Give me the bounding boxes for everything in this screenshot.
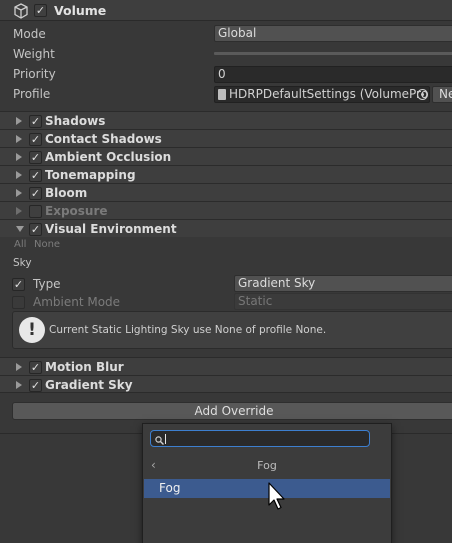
ambient-mode-dropdown: Static: [234, 293, 452, 310]
section-label: Gradient Sky: [45, 378, 133, 392]
ambient-mode-value: Static: [238, 294, 273, 308]
foldout-arrow-icon[interactable]: [16, 153, 22, 161]
section-tonemapping[interactable]: ✓ Tonemapping: [0, 165, 452, 183]
priority-value: 0: [218, 67, 226, 81]
add-override-button[interactable]: Add Override: [12, 402, 452, 420]
dropdown-item-fog[interactable]: Fog: [144, 479, 390, 498]
section-enabled-checkbox[interactable]: ✓: [29, 187, 42, 200]
priority-label: Priority: [13, 67, 56, 81]
section-label: Bloom: [45, 186, 88, 200]
weight-slider-track[interactable]: [214, 52, 452, 55]
section-enabled-checkbox[interactable]: ✓: [29, 115, 42, 128]
weight-label: Weight: [13, 47, 55, 61]
section-bloom[interactable]: ✓ Bloom: [0, 183, 452, 201]
section-exposure[interactable]: Exposure: [0, 201, 452, 219]
section-enabled-checkbox[interactable]: ✓: [29, 223, 42, 236]
foldout-arrow-icon[interactable]: [16, 189, 22, 197]
foldout-arrow-icon[interactable]: [16, 117, 22, 125]
add-override-dropdown: ‹ Fog Fog: [142, 423, 392, 543]
none-toggle-link[interactable]: None: [34, 239, 60, 250]
section-shadows[interactable]: ✓ Shadows: [0, 111, 452, 129]
foldout-arrow-icon[interactable]: [16, 135, 22, 143]
section-gradient-sky[interactable]: ✓ Gradient Sky: [0, 375, 452, 393]
volume-header: ✓ Volume: [0, 0, 452, 21]
volume-enabled-checkbox[interactable]: ✓: [34, 4, 47, 17]
sky-type-dropdown[interactable]: Gradient Sky: [234, 275, 452, 292]
all-toggle-link[interactable]: All: [14, 239, 26, 250]
section-enabled-checkbox[interactable]: [29, 205, 42, 218]
section-label: Tonemapping: [45, 168, 136, 182]
type-label: Type: [33, 277, 61, 291]
foldout-arrow-icon[interactable]: [16, 207, 22, 215]
section-enabled-checkbox[interactable]: ✓: [29, 151, 42, 164]
profile-new-button[interactable]: Ne: [432, 86, 452, 103]
type-override-checkbox[interactable]: ✓: [12, 278, 25, 291]
priority-input[interactable]: 0: [214, 66, 452, 83]
warning-helpbox: ! Current Static Lighting Sky use None o…: [12, 311, 452, 349]
section-label: Ambient Occlusion: [45, 150, 172, 164]
section-enabled-checkbox[interactable]: ✓: [29, 169, 42, 182]
cube-icon: [13, 3, 29, 19]
warning-text: Current Static Lighting Sky use None of …: [49, 324, 327, 336]
foldout-arrow-icon[interactable]: [16, 171, 22, 179]
dropdown-breadcrumb-bar: ‹ Fog: [143, 454, 391, 476]
section-contact-shadows[interactable]: ✓ Contact Shadows: [0, 129, 452, 147]
section-label: Exposure: [45, 204, 108, 218]
section-enabled-checkbox[interactable]: ✓: [29, 361, 42, 374]
sky-type-value: Gradient Sky: [238, 276, 316, 290]
ambient-override-checkbox[interactable]: [12, 296, 25, 309]
object-picker-icon[interactable]: [417, 89, 428, 100]
profile-new-label: Ne: [439, 87, 452, 101]
add-override-label: Add Override: [194, 404, 274, 418]
ambient-mode-label: Ambient Mode: [33, 295, 121, 309]
foldout-arrow-icon[interactable]: [16, 381, 22, 389]
section-label: Contact Shadows: [45, 132, 162, 146]
dropdown-item-label: Fog: [159, 481, 181, 495]
mode-label: Mode: [13, 27, 46, 41]
mouse-cursor-icon: [268, 482, 288, 512]
section-visual-environment[interactable]: ✓ Visual Environment: [0, 219, 452, 237]
foldout-arrow-icon[interactable]: [16, 226, 24, 232]
section-label: Motion Blur: [45, 360, 124, 374]
sky-group-header: Sky: [13, 257, 32, 269]
warning-icon: !: [19, 317, 45, 343]
dropdown-search-input[interactable]: [150, 430, 370, 447]
mode-value: Global: [218, 26, 257, 40]
profile-label: Profile: [13, 87, 51, 101]
section-motion-blur[interactable]: ✓ Motion Blur: [0, 357, 452, 375]
search-caret: [165, 434, 166, 444]
asset-file-icon: [218, 89, 226, 100]
profile-value: HDRPDefaultSettings (VolumePro: [229, 87, 429, 101]
profile-object-field[interactable]: HDRPDefaultSettings (VolumePro: [214, 86, 430, 103]
component-title: Volume: [54, 3, 107, 18]
section-label: Shadows: [45, 114, 106, 128]
dropdown-breadcrumb: Fog: [257, 459, 277, 472]
section-enabled-checkbox[interactable]: ✓: [29, 379, 42, 392]
mode-dropdown[interactable]: Global: [214, 25, 452, 42]
foldout-arrow-icon[interactable]: [16, 363, 22, 371]
section-ambient-occlusion[interactable]: ✓ Ambient Occlusion: [0, 147, 452, 165]
search-icon: [155, 434, 164, 445]
section-label: Visual Environment: [45, 222, 177, 236]
section-enabled-checkbox[interactable]: ✓: [29, 133, 42, 146]
